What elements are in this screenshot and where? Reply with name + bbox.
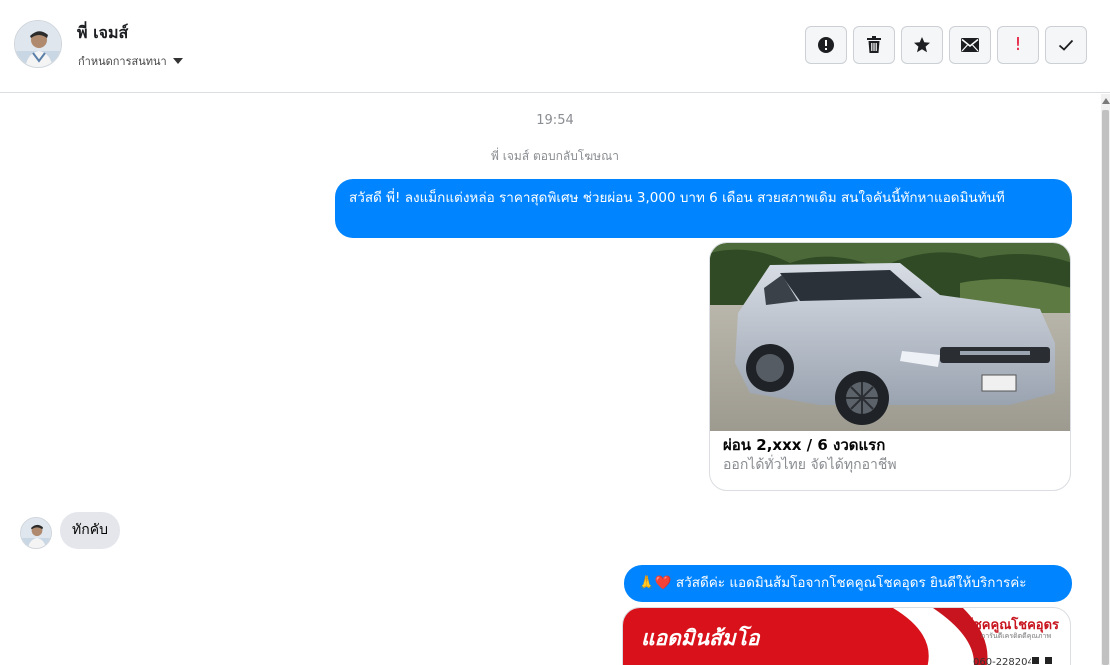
- star-icon: [914, 37, 930, 53]
- outgoing-message[interactable]: 🙏❤️ สวัสดีค่ะ แอดมินส้มโอจากโชคคูณโชคอุด…: [624, 565, 1072, 602]
- outgoing-message[interactable]: สวัสดี พี่! ลงแม็กแต่งหล่อ ราคาสุดพิเศษ …: [335, 179, 1072, 238]
- contact-avatar[interactable]: [14, 20, 62, 68]
- conversation-toolbar: !: [805, 26, 1087, 64]
- contact-name[interactable]: พี่ เจมส์: [77, 21, 128, 46]
- delete-button[interactable]: [853, 26, 895, 64]
- scroll-up-arrow-icon[interactable]: [1102, 98, 1110, 104]
- scroll-thumb[interactable]: [1102, 110, 1109, 665]
- follow-up-button[interactable]: !: [997, 26, 1039, 64]
- banner-admin-name: แอดมินส้มโอ: [641, 626, 760, 650]
- report-spam-button[interactable]: [805, 26, 847, 64]
- message-text: ทักคับ: [72, 522, 108, 538]
- qr-code-icon: [1031, 656, 1053, 665]
- incoming-message[interactable]: ทักคับ: [60, 512, 120, 549]
- assign-conversation-dropdown[interactable]: กำหนดการสนทนา: [78, 52, 183, 70]
- ad-card-subtitle: ออกได้ทั่วไทย จัดได้ทุกอาชีพ: [723, 457, 897, 473]
- exclamation-icon: !: [1014, 34, 1022, 55]
- banner-brand-tagline: การันตีเครดิตดีคุณภาพ: [981, 632, 1052, 640]
- sender-avatar[interactable]: [20, 517, 52, 549]
- ad-reply-notice: พี่ เจมส์ ตอบกลับโฆษณา: [491, 149, 619, 163]
- message-text: สวัสดี พี่! ลงแม็กแต่งหล่อ ราคาสุดพิเศษ …: [349, 190, 1005, 206]
- inbox-conversation-view: พี่ เจมส์ กำหนดการสนทนา ! 19:54 พี่ เจมส…: [0, 0, 1110, 665]
- ad-card[interactable]: ผ่อน 2,xxx / 6 งวดแรก ออกได้ทั่วไทย จัดไ…: [709, 242, 1071, 491]
- mark-done-button[interactable]: [1045, 26, 1087, 64]
- message-timestamp: 19:54: [536, 113, 574, 128]
- check-icon: [1058, 39, 1074, 51]
- thread-scrollbar[interactable]: [1101, 94, 1110, 665]
- conversation-header: พี่ เจมส์ กำหนดการสนทนา !: [0, 0, 1110, 93]
- pray-heart-emoji: 🙏❤️: [638, 575, 672, 591]
- envelope-icon: [961, 38, 979, 52]
- star-button[interactable]: [901, 26, 943, 64]
- car-photo[interactable]: [710, 243, 1071, 431]
- assign-conversation-label: กำหนดการสนทนา: [78, 55, 167, 68]
- mark-unread-button[interactable]: [949, 26, 991, 64]
- caret-down-icon: [172, 58, 183, 64]
- admin-banner-image[interactable]: แอดมินส้มโอ โชคคูณโชคอุดร การันตีเครดิตด…: [622, 607, 1071, 665]
- alert-circle-icon: [818, 37, 834, 53]
- trash-icon: [867, 36, 881, 53]
- message-text: สวัสดีค่ะ แอดมินส้มโอจากโชคคูณโชคอุดร ยิ…: [675, 575, 1027, 591]
- message-thread[interactable]: 19:54 พี่ เจมส์ ตอบกลับโฆษณา สวัสดี พี่!…: [0, 94, 1101, 665]
